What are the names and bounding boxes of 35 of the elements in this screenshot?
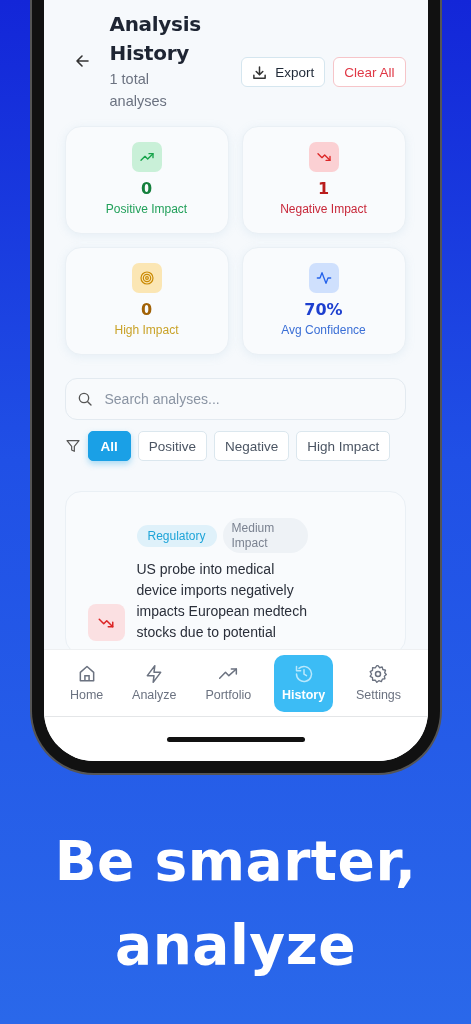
filter-chip[interactable]: Positive <box>137 431 208 461</box>
stat-value: 0 <box>140 179 153 198</box>
headline: Be smarter, <box>54 828 417 895</box>
stat-value: 1 <box>317 179 330 198</box>
search-field[interactable]: Search analyses... <box>64 378 406 420</box>
nav-tab[interactable]: Home <box>63 658 110 708</box>
headline: analyze <box>115 912 356 979</box>
filter-chip[interactable]: Negative <box>214 431 290 461</box>
stat-value: 70% <box>304 300 343 319</box>
impact-tag: Medium Impact <box>222 518 308 553</box>
analysis-card[interactable]: Regulatory Medium Impact US probe into medical device imports negatively impacts European medtech stocks due to potential <box>64 491 406 649</box>
clear-all-button[interactable]: Clear All <box>333 57 406 87</box>
download-icon <box>252 64 268 80</box>
stat-value: 0 <box>140 300 153 319</box>
category-tag: Regulatory <box>136 524 217 547</box>
nav-tab[interactable]: Analyze <box>126 658 183 708</box>
filter-chip[interactable]: High Impact <box>296 431 391 461</box>
total-count: 1 total analyses <box>109 70 168 111</box>
page-title: Analysis History <box>109 11 202 67</box>
stat-label: High Impact <box>114 323 179 337</box>
history-icon <box>293 664 314 684</box>
nav-tab[interactable]: Settings <box>349 658 408 708</box>
filter-chip[interactable]: All <box>87 431 131 461</box>
filter-icon <box>64 438 81 454</box>
settings-icon <box>368 664 389 684</box>
stat-label: Avg Confidence <box>281 323 366 337</box>
stat-label: Positive Impact <box>105 202 188 216</box>
search-icon <box>76 391 93 407</box>
target-icon <box>138 270 155 286</box>
export-button[interactable]: Export <box>241 57 326 87</box>
stat-label: Negative Impact <box>280 202 367 216</box>
pulse-icon <box>315 270 332 286</box>
back-button[interactable] <box>74 54 89 68</box>
analysis-title: US probe into medical device imports negatively impacts European medtech stocks due to potential <box>136 560 308 642</box>
nav-tab[interactable]: Portfolio <box>199 658 258 708</box>
